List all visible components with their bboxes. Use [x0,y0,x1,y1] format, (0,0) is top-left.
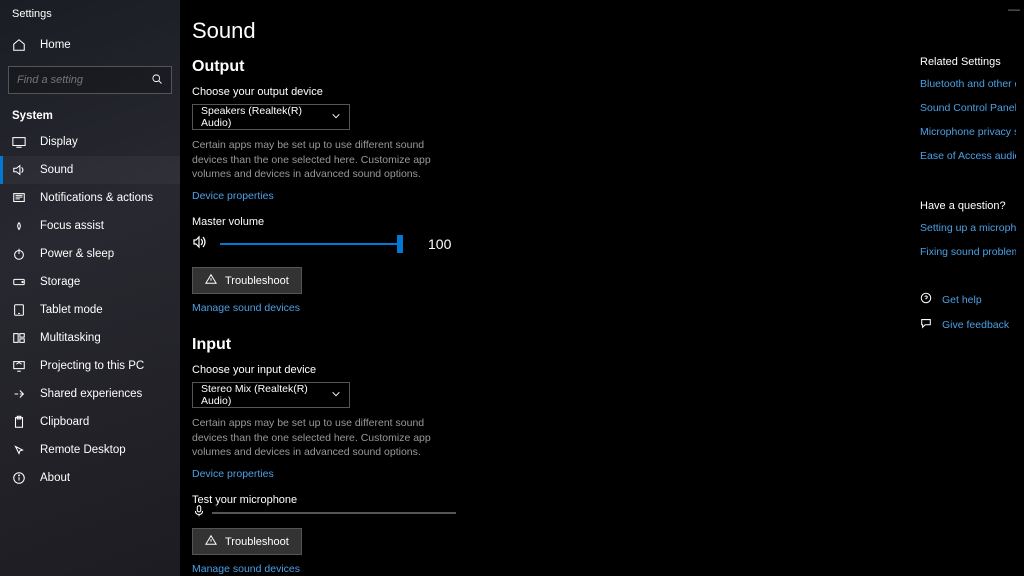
mic-level-meter [212,512,456,514]
sidebar-item-focus-assist[interactable]: Focus assist [0,212,180,240]
shared-icon [12,387,26,401]
sidebar-item-label: Storage [40,276,80,288]
sidebar-item-projecting[interactable]: Projecting to this PC [0,352,180,380]
page-title: Sound [192,18,732,44]
sidebar-item-label: Projecting to this PC [40,360,144,372]
app-title: Settings [0,4,180,30]
input-device-properties-link[interactable]: Device properties [192,468,274,480]
sidebar-item-storage[interactable]: Storage [0,268,180,296]
sidebar-item-notifications[interactable]: Notifications & actions [0,184,180,212]
sidebar-item-label: Power & sleep [40,248,114,260]
sidebar: Settings Home System Display Sound Notif… [0,0,180,576]
sidebar-item-remote[interactable]: Remote Desktop [0,436,180,464]
related-link-ease-of-access[interactable]: Ease of Access audio settings [920,150,1016,162]
sound-icon [12,163,26,177]
related-link-bluetooth[interactable]: Bluetooth and other devices [920,78,1016,90]
main-content: Sound Output Choose your output device S… [180,0,1024,576]
choose-output-label: Choose your output device [192,86,732,98]
manage-sound-devices-link[interactable]: Manage sound devices [192,302,300,314]
sidebar-item-label: Display [40,136,78,148]
troubleshoot-label: Troubleshoot [225,275,289,287]
sidebar-item-label: Shared experiences [40,388,142,400]
sidebar-item-label: Sound [40,164,73,176]
output-help-text: Certain apps may be set up to use differ… [192,138,452,182]
feedback-icon [920,317,932,332]
volume-slider[interactable] [220,243,400,245]
master-volume-label: Master volume [192,216,732,228]
output-troubleshoot-button[interactable]: Troubleshoot [192,267,302,294]
question-link-fixing-sound[interactable]: Fixing sound problems [920,246,1016,258]
output-device-value: Speakers (Realtek(R) Audio) [201,105,331,129]
storage-icon [12,275,26,289]
display-icon [12,135,26,149]
troubleshoot-label: Troubleshoot [225,536,289,548]
input-device-dropdown[interactable]: Stereo Mix (Realtek(R) Audio) [192,382,350,408]
sidebar-item-tablet[interactable]: Tablet mode [0,296,180,324]
search-icon [151,73,163,88]
power-icon [12,247,26,261]
choose-input-label: Choose your input device [192,364,732,376]
input-section-title: Input [192,336,732,354]
related-settings-header: Related Settings [920,56,1016,68]
sidebar-item-multitasking[interactable]: Multitasking [0,324,180,352]
home-icon [12,38,26,52]
output-section-title: Output [192,58,732,76]
about-icon [12,471,26,485]
give-feedback-label: Give feedback [942,319,1009,331]
sidebar-item-about[interactable]: About [0,464,180,492]
speaker-icon[interactable] [192,234,208,253]
help-icon [920,292,932,307]
give-feedback-link[interactable]: Give feedback [920,317,1016,332]
clipboard-icon [12,415,26,429]
related-link-microphone-privacy[interactable]: Microphone privacy settings [920,126,1016,138]
get-help-link[interactable]: Get help [920,292,1016,307]
sidebar-item-label: Multitasking [40,332,101,344]
related-link-sound-control-panel[interactable]: Sound Control Panel [920,102,1016,114]
notifications-icon [12,191,26,205]
sidebar-item-label: Clipboard [40,416,89,428]
sidebar-item-label: Focus assist [40,220,104,232]
warning-icon [205,273,217,288]
input-troubleshoot-button[interactable]: Troubleshoot [192,528,302,555]
multitasking-icon [12,331,26,345]
right-column: Related Settings Bluetooth and other dev… [920,56,1016,342]
search-input[interactable] [8,66,172,94]
sidebar-item-display[interactable]: Display [0,128,180,156]
sidebar-item-label: Remote Desktop [40,444,126,456]
tablet-icon [12,303,26,317]
sidebar-item-label: Tablet mode [40,304,103,316]
home-label: Home [40,39,71,51]
input-help-text: Certain apps may be set up to use differ… [192,416,452,460]
sidebar-item-label: Notifications & actions [40,192,153,204]
volume-value: 100 [428,236,451,252]
input-device-value: Stereo Mix (Realtek(R) Audio) [201,383,331,407]
projecting-icon [12,359,26,373]
have-question-header: Have a question? [920,200,1016,212]
test-mic-label: Test your microphone [192,494,732,506]
group-header-system: System [0,104,180,128]
output-device-properties-link[interactable]: Device properties [192,190,274,202]
sidebar-item-sound[interactable]: Sound [0,156,180,184]
microphone-icon [192,504,206,521]
sidebar-item-shared[interactable]: Shared experiences [0,380,180,408]
home-button[interactable]: Home [0,30,180,60]
sidebar-item-clipboard[interactable]: Clipboard [0,408,180,436]
question-link-mic-setup[interactable]: Setting up a microphone [920,222,1016,234]
search-field[interactable] [17,74,147,86]
input-manage-sound-devices-link[interactable]: Manage sound devices [192,563,300,575]
window-minimize-button[interactable]: — [1008,2,1020,16]
sidebar-item-power[interactable]: Power & sleep [0,240,180,268]
output-device-dropdown[interactable]: Speakers (Realtek(R) Audio) [192,104,350,130]
sidebar-item-label: About [40,472,70,484]
chevron-down-icon [331,389,341,402]
get-help-label: Get help [942,294,982,306]
chevron-down-icon [331,111,341,124]
remote-icon [12,443,26,457]
focus-icon [12,219,26,233]
warning-icon [205,534,217,549]
